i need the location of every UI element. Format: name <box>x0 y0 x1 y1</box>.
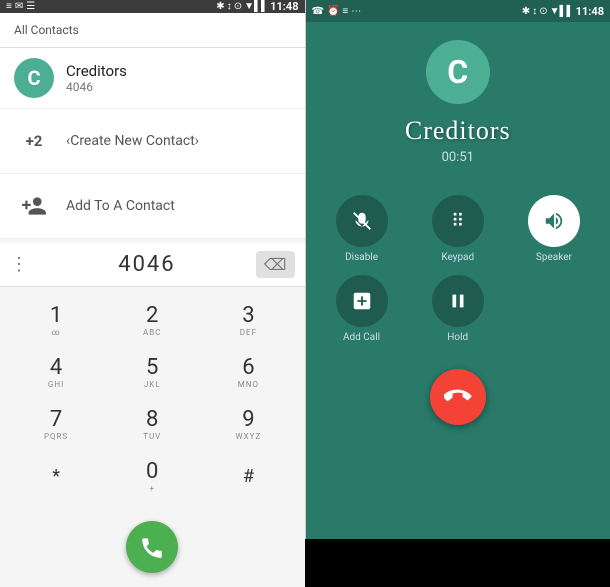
key-hash[interactable]: # <box>202 453 294 501</box>
add-contact-item[interactable]: Add To A Contact <box>0 174 305 239</box>
status-right-right-icons: ✱ ↕ ⊙ ▼▌▌ 11:48 <box>522 5 604 18</box>
hold-icon <box>432 275 484 327</box>
key-0[interactable]: 0 + <box>106 453 198 501</box>
call-button[interactable] <box>126 521 178 573</box>
alarm-icon: ⏰ <box>327 6 339 17</box>
create-contact-label: ‹Create New Contact› <box>66 133 199 149</box>
time-left: 11:48 <box>270 0 298 13</box>
plus-two-icon: +2 <box>14 121 54 161</box>
loc-icon: ⊙ <box>539 6 547 17</box>
status-bar-right: ☎ ⏰ ≡ ⋯ ✱ ↕ ⊙ ▼▌▌ 11:48 <box>306 0 610 22</box>
message-icon: ✉ <box>15 1 23 12</box>
hold-label: Hold <box>447 332 468 343</box>
status-bar-left: ≡ ✉ ☰ ✱ ↕ ⊙ ▼▌▌ 11:48 <box>0 0 305 13</box>
key-6[interactable]: 6 MNO <box>202 349 294 397</box>
status-right-icons: ✱ ↕ ⊙ ▼▌▌ 11:48 <box>216 0 298 13</box>
delete-button[interactable]: ⌫ <box>256 251 295 278</box>
end-call-button[interactable] <box>430 369 486 425</box>
create-contact-item[interactable]: +2 ‹Create New Contact› <box>0 109 305 174</box>
status-left-icons: ≡ ✉ ☰ <box>6 1 35 12</box>
add-person-icon <box>14 186 54 226</box>
bluetooth-icon: ✱ <box>216 1 224 12</box>
dial-grid: 1 ∞ 2 ABC 3 DEF 4 GHI 5 JKL 6 MNO <box>0 287 305 511</box>
key-4[interactable]: 4 GHI <box>10 349 102 397</box>
data2-icon: ↕ <box>532 6 537 17</box>
location-icon: ⊙ <box>234 1 242 12</box>
time-right: 11:48 <box>576 5 604 18</box>
phone-icon: ☎ <box>312 6 324 17</box>
call-avatar: C <box>426 40 490 104</box>
contact-info: Creditors 4046 <box>66 62 127 94</box>
speaker-button[interactable]: Speaker <box>512 195 596 263</box>
data-icon: ↕ <box>227 1 232 12</box>
mute-label: Disable <box>345 252 378 263</box>
empty-icon <box>528 275 580 327</box>
avatar: C <box>14 58 54 98</box>
speaker-label: Speaker <box>536 252 572 263</box>
key-3[interactable]: 3 DEF <box>202 297 294 345</box>
bt-icon: ✱ <box>522 6 530 17</box>
menu-icon: ☰ <box>26 1 35 12</box>
more-icon: ⋯ <box>351 6 361 17</box>
keypad-button[interactable]: ⠿ Keypad <box>416 195 500 263</box>
dialer-input-row: ⋮ 4046 ⌫ <box>0 243 305 287</box>
key-7[interactable]: 7 PQRS <box>10 401 102 449</box>
key-5[interactable]: 5 JKL <box>106 349 198 397</box>
all-contacts-label: All Contacts <box>14 23 79 37</box>
call-duration: 00:51 <box>442 150 474 165</box>
mute-button[interactable]: Disable <box>320 195 404 263</box>
keypad-icon: ⠿ <box>432 195 484 247</box>
call-controls-grid: Disable ⠿ Keypad Speaker Add Call <box>306 185 610 353</box>
key-2[interactable]: 2 ABC <box>106 297 198 345</box>
hold-button[interactable]: Hold <box>416 275 500 343</box>
status-right-left-icons: ☎ ⏰ ≡ ⋯ <box>312 6 362 17</box>
all-contacts-bar: All Contacts <box>0 13 305 48</box>
dialer-section: ⋮ 4046 ⌫ 1 ∞ 2 ABC 3 DEF 4 GHI <box>0 239 305 587</box>
add-call-label: Add Call <box>343 332 380 343</box>
dialer-menu-icon[interactable]: ⋮ <box>10 254 28 275</box>
key-8[interactable]: 8 TUV <box>106 401 198 449</box>
contact-name: Creditors <box>66 62 127 80</box>
caller-name: Creditors <box>405 116 511 146</box>
key-9[interactable]: 9 WXYZ <box>202 401 294 449</box>
left-panel: ≡ ✉ ☰ ✱ ↕ ⊙ ▼▌▌ 11:48 All Contacts C Cre… <box>0 0 305 539</box>
call-avatar-area: C Creditors 00:51 <box>306 22 610 175</box>
contact-item[interactable]: C Creditors 4046 <box>0 48 305 109</box>
notification-icon: ≡ <box>6 1 12 12</box>
signal2-icon: ▼▌▌ <box>550 6 574 17</box>
contact-number: 4046 <box>66 80 127 94</box>
dialer-number: 4046 <box>38 252 256 277</box>
speaker-icon <box>528 195 580 247</box>
keypad-label: Keypad <box>441 252 474 263</box>
right-panel: ☎ ⏰ ≡ ⋯ ✱ ↕ ⊙ ▼▌▌ 11:48 C Creditors 00:5… <box>306 0 610 539</box>
add-call-button[interactable]: Add Call <box>320 275 404 343</box>
add-call-icon <box>336 275 388 327</box>
mute-icon <box>336 195 388 247</box>
call-button-area <box>0 511 305 587</box>
key-1[interactable]: 1 ∞ <box>10 297 102 345</box>
grid-icon: ≡ <box>342 6 348 17</box>
end-call-area <box>306 369 610 439</box>
signal-icon: ▼▌▌ <box>244 1 268 12</box>
empty-control <box>512 275 596 343</box>
key-star[interactable]: * <box>10 453 102 501</box>
add-contact-label: Add To A Contact <box>66 198 175 214</box>
